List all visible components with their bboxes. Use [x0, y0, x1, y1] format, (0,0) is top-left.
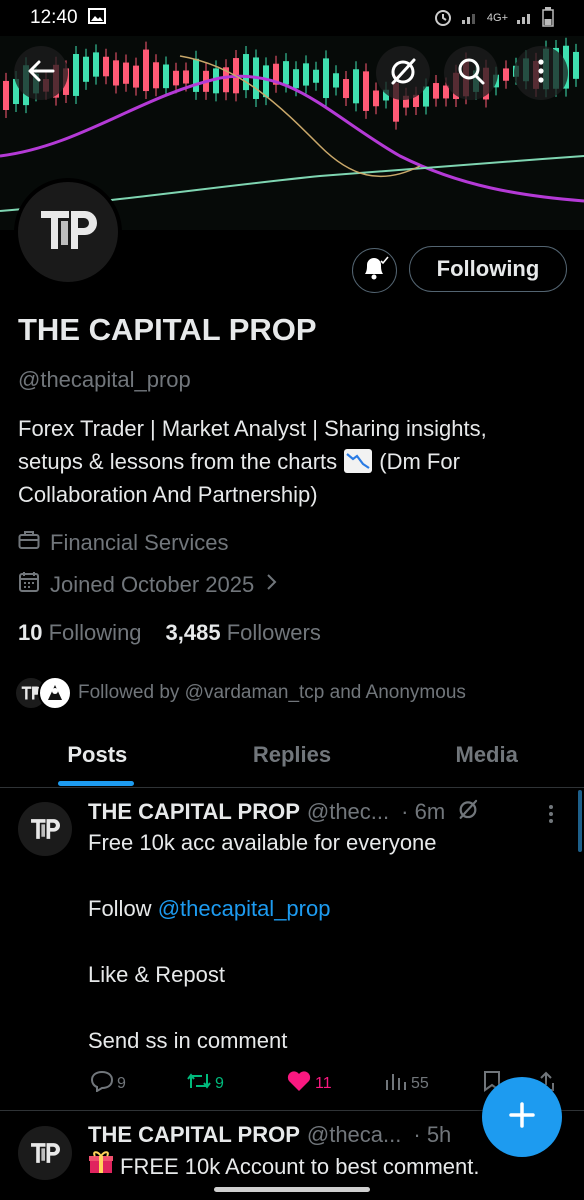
mention-link[interactable]: @thecapital_prop	[158, 896, 331, 921]
avatar	[38, 676, 72, 710]
status-time: 12:40	[30, 7, 78, 28]
bell-icon	[361, 255, 389, 286]
tab-posts[interactable]: Posts	[0, 732, 195, 787]
briefcase-icon	[18, 530, 40, 556]
grok-icon[interactable]	[457, 798, 479, 826]
network-type: 4G+	[486, 12, 508, 24]
home-indicator[interactable]	[214, 1187, 370, 1192]
grok-icon	[388, 56, 418, 91]
views-button[interactable]: 55	[384, 1070, 429, 1097]
status-bar: 12:40 4G+	[0, 0, 584, 36]
signal-icon-2	[516, 9, 534, 28]
bio-line: Collaboration And Partnership)	[18, 482, 318, 507]
signal-icon	[461, 9, 479, 28]
like-button[interactable]: 11	[286, 1070, 332, 1097]
post-header: THE CAPITAL PROP @thec... · 6m	[88, 798, 479, 826]
search-button[interactable]	[444, 46, 498, 100]
more-vertical-icon	[537, 58, 545, 89]
post-text-line: Follow @thecapital_prop	[88, 896, 331, 921]
reply-icon	[90, 1070, 114, 1097]
bio-line: setups & lessons from the charts (Dm For	[18, 448, 460, 474]
profile-display-name: THE CAPITAL PROP	[18, 312, 317, 347]
back-button[interactable]	[14, 46, 68, 100]
post-header: THE CAPITAL PROP @theca... · 5h	[88, 1122, 451, 1148]
chart-down-emoji	[343, 448, 373, 474]
profile-category: Financial Services	[18, 530, 229, 556]
back-arrow-icon	[27, 59, 55, 88]
repost-button[interactable]: 9	[186, 1070, 224, 1097]
profile-handle: @thecapital_prop	[18, 367, 191, 392]
tab-replies[interactable]: Replies	[195, 732, 390, 787]
profile-bio: Forex Trader | Market Analyst | Sharing …	[18, 412, 574, 511]
profile-joined[interactable]: Joined October 2025	[18, 571, 278, 599]
chevron-right-icon	[264, 572, 278, 598]
scrollbar[interactable]	[578, 790, 582, 852]
profile-tabs: Posts Replies Media	[0, 732, 584, 788]
reply-button[interactable]: 9	[90, 1070, 126, 1097]
calendar-icon	[18, 571, 40, 599]
views-count: 55	[411, 1074, 429, 1092]
active-tab-indicator	[58, 781, 134, 786]
profile-avatar[interactable]	[14, 178, 122, 286]
reply-count: 9	[117, 1074, 126, 1092]
category-label: Financial Services	[50, 530, 229, 555]
followed-by-avatars	[14, 676, 72, 710]
battery-icon	[542, 6, 554, 30]
post-time: · 6m	[401, 799, 446, 824]
tcp-logo-icon	[39, 207, 97, 258]
following-count-link[interactable]: 10 Following	[18, 620, 142, 646]
tab-media[interactable]: Media	[389, 732, 584, 787]
post-author-name: THE CAPITAL PROP	[88, 1122, 300, 1147]
like-icon	[286, 1070, 312, 1097]
notifications-bell-button[interactable]	[352, 248, 397, 293]
post-more-icon[interactable]	[548, 804, 554, 829]
search-icon	[456, 56, 486, 91]
bio-line: Forex Trader | Market Analyst | Sharing …	[18, 416, 487, 441]
plus-icon	[507, 1100, 537, 1135]
repost-count: 9	[215, 1074, 224, 1092]
views-icon	[384, 1070, 408, 1097]
followed-by[interactable]: Followed by @vardaman_tcp and Anonymous	[14, 676, 466, 710]
post-text-line: Send ss in comment	[88, 1028, 288, 1053]
avatar[interactable]	[18, 1126, 72, 1180]
gallery-icon	[87, 7, 106, 29]
followed-by-text: Followed by @vardaman_tcp and Anonymous	[78, 682, 466, 703]
post-author-handle: @thec...	[306, 799, 390, 824]
grok-button[interactable]	[376, 46, 430, 100]
gift-emoji	[88, 1150, 114, 1183]
repost-icon	[186, 1070, 212, 1097]
avatar[interactable]	[18, 802, 72, 856]
following-button[interactable]: Following	[409, 246, 567, 292]
more-options-button[interactable]	[514, 46, 568, 100]
post-text-line: FREE 10k Account to best comment.	[88, 1150, 480, 1183]
alarm-icon	[433, 7, 453, 30]
joined-label: Joined October 2025	[50, 572, 255, 597]
compose-post-button[interactable]	[482, 1077, 562, 1157]
follow-counts: 10 Following 3,485 Followers	[18, 620, 321, 646]
post-text-line: Free 10k acc available for everyone	[88, 830, 437, 855]
post-author-name: THE CAPITAL PROP	[88, 799, 300, 824]
post-actions: 9 9 11 55	[88, 1070, 558, 1098]
followers-count-link[interactable]: 3,485 Followers	[166, 620, 321, 646]
post-time: · 5h	[413, 1122, 452, 1147]
post-author-handle: @theca...	[306, 1122, 402, 1147]
post-text-line: Like & Repost	[88, 962, 225, 987]
like-count: 11	[315, 1074, 332, 1092]
